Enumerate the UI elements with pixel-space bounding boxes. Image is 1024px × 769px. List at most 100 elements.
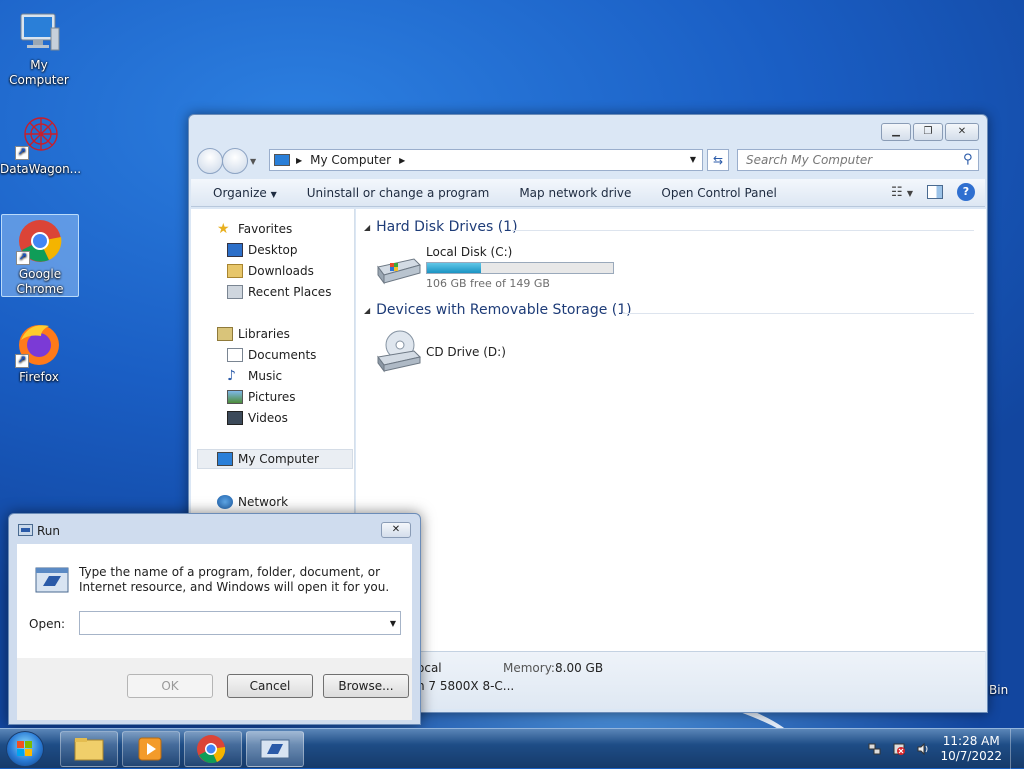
nav-favorites[interactable]: ★ Favorites [217, 219, 292, 239]
action-center-tray-icon[interactable] [892, 742, 906, 756]
run-dialog-message: Type the name of a program, folder, docu… [79, 565, 390, 594]
refresh-button[interactable]: ⇆ [707, 149, 729, 171]
desktop-icon-datawagon[interactable]: ↗ DataWagon... [0, 112, 81, 177]
computer-icon [217, 452, 233, 466]
music-icon: ♪ [227, 368, 236, 384]
open-control-panel-button[interactable]: Open Control Panel [646, 186, 791, 200]
chevron-down-icon[interactable]: ▼ [390, 619, 396, 628]
clock-time: 11:28 AM [942, 734, 1000, 748]
taskbar-explorer-button[interactable] [60, 731, 118, 767]
nav-pictures[interactable]: Pictures [227, 387, 296, 407]
desktop-icon-firefox[interactable]: ↗ Firefox [0, 320, 78, 385]
nav-videos[interactable]: Videos [227, 408, 288, 428]
open-input[interactable]: ▼ [79, 611, 401, 635]
explorer-titlebar[interactable] [189, 115, 987, 145]
nav-libraries[interactable]: Libraries [217, 324, 290, 344]
map-network-drive-button[interactable]: Map network drive [504, 186, 646, 200]
shortcut-arrow-icon: ↗ [16, 251, 30, 265]
drive-item-c[interactable]: Local Disk (C:) 106 GB free of 149 GB [370, 245, 620, 293]
group-hard-disk-drives[interactable]: ◢ Hard Disk Drives (1) [364, 219, 518, 235]
media-player-icon [138, 737, 162, 761]
star-icon: ★ [217, 221, 230, 237]
desktop-icon-my-computer[interactable]: My Computer [0, 8, 78, 88]
window-caption-buttons: ▁ ❐ ✕ [881, 123, 979, 141]
show-desktop-button[interactable] [1010, 729, 1024, 769]
nav-music[interactable]: ♪ Music [227, 366, 282, 386]
nav-downloads[interactable]: Downloads [227, 261, 314, 281]
search-input[interactable]: Search My Computer [737, 149, 979, 171]
nav-desktop[interactable]: Desktop [227, 240, 298, 260]
desktop-icon-google-chrome[interactable]: ↗ Google Chrome [1, 214, 79, 297]
cd-drive-icon [374, 327, 422, 378]
downloads-folder-icon [227, 264, 243, 278]
system-clock[interactable]: 11:28 AM 10/7/2022 [940, 734, 1002, 764]
back-button[interactable] [197, 148, 223, 174]
pictures-icon [227, 390, 243, 404]
close-button[interactable]: ✕ [945, 123, 979, 141]
run-dialog-title: Run [37, 524, 61, 538]
collapse-triangle-icon: ◢ [364, 305, 371, 315]
desktop-icon [227, 243, 243, 257]
chrome-icon [197, 735, 226, 764]
minimize-button[interactable]: ▁ [881, 123, 911, 141]
desktop-icon-recycle-bin-label[interactable]: Bin [989, 683, 1008, 697]
collapse-triangle-icon: ◢ [364, 222, 371, 232]
taskbar-chrome-button[interactable] [184, 731, 242, 767]
drive-item-d[interactable]: CD Drive (D:) [370, 327, 570, 379]
organize-button[interactable]: Organize ▼ [191, 186, 292, 200]
cancel-button[interactable]: Cancel [227, 674, 313, 698]
group-divider [622, 313, 974, 314]
computer-icon [274, 154, 290, 166]
nav-recent-places[interactable]: Recent Places [227, 282, 331, 302]
run-icon [18, 524, 33, 536]
breadcrumb-separator-icon[interactable]: ▶ [296, 156, 302, 165]
help-icon[interactable]: ? [957, 183, 975, 201]
shortcut-arrow-icon: ↗ [15, 354, 29, 368]
datawagon-icon: ↗ [15, 112, 63, 160]
uninstall-program-button[interactable]: Uninstall or change a program [292, 186, 505, 200]
nav-network[interactable]: Network [217, 492, 288, 512]
shortcut-arrow-icon: ↗ [15, 146, 29, 160]
chrome-icon: ↗ [16, 217, 64, 265]
nav-documents[interactable]: Documents [227, 345, 316, 365]
breadcrumb-my-computer[interactable]: My Computer [310, 153, 391, 167]
group-removable-storage[interactable]: ◢ Devices with Removable Storage (1) [364, 302, 632, 318]
start-button[interactable] [6, 731, 44, 767]
breadcrumb-chevron-icon[interactable]: ▶ [399, 156, 405, 165]
details-processor: n 7 5800X 8-C... [417, 679, 515, 693]
view-options-icon[interactable]: ☷ ▼ [891, 185, 913, 200]
preview-pane-icon[interactable] [927, 185, 943, 199]
recent-pages-chevron-icon[interactable]: ▼ [250, 157, 256, 166]
maximize-button[interactable]: ❐ [913, 123, 943, 141]
drive-name: CD Drive (D:) [426, 345, 506, 359]
close-button[interactable]: ✕ [381, 522, 411, 538]
view-controls: ☷ ▼ ? [891, 183, 975, 201]
desktop-icon-label: Google Chrome [16, 267, 64, 296]
volume-tray-icon[interactable] [916, 742, 930, 756]
videos-icon [227, 411, 243, 425]
command-bar: Organize ▼ Uninstall or change a program… [191, 179, 985, 207]
firefox-icon: ↗ [15, 320, 63, 368]
recent-places-icon [227, 285, 243, 299]
forward-button[interactable] [222, 148, 248, 174]
network-tray-icon[interactable] [868, 742, 882, 756]
taskbar-media-player-button[interactable] [122, 731, 180, 767]
address-dropdown-icon[interactable]: ▼ [690, 155, 696, 164]
address-bar[interactable]: ▶ My Computer ▶ ▼ [269, 149, 703, 171]
documents-icon [227, 348, 243, 362]
search-icon[interactable]: ⚲ [963, 152, 973, 167]
network-icon [217, 495, 233, 509]
desktop-icon-label: My Computer [9, 58, 69, 87]
run-dialog-body: Type the name of a program, folder, docu… [17, 544, 412, 658]
taskbar-run-button[interactable] [246, 731, 304, 767]
browse-button[interactable]: Browse... [323, 674, 409, 698]
details-memory-value: 8.00 GB [555, 661, 604, 675]
drive-usage-fill [427, 263, 481, 273]
nav-my-computer[interactable]: My Computer [197, 449, 353, 469]
hard-disk-icon [374, 255, 422, 288]
file-list[interactable]: ◢ Hard Disk Drives (1) Local Disk (C:) 10… [356, 209, 986, 651]
ok-button[interactable]: OK [127, 674, 213, 698]
run-dialog[interactable]: Run ✕ Type the name of a program, folder… [8, 513, 421, 725]
clock-date: 10/7/2022 [940, 749, 1002, 763]
run-dialog-footer: OK Cancel Browse... [17, 658, 412, 720]
